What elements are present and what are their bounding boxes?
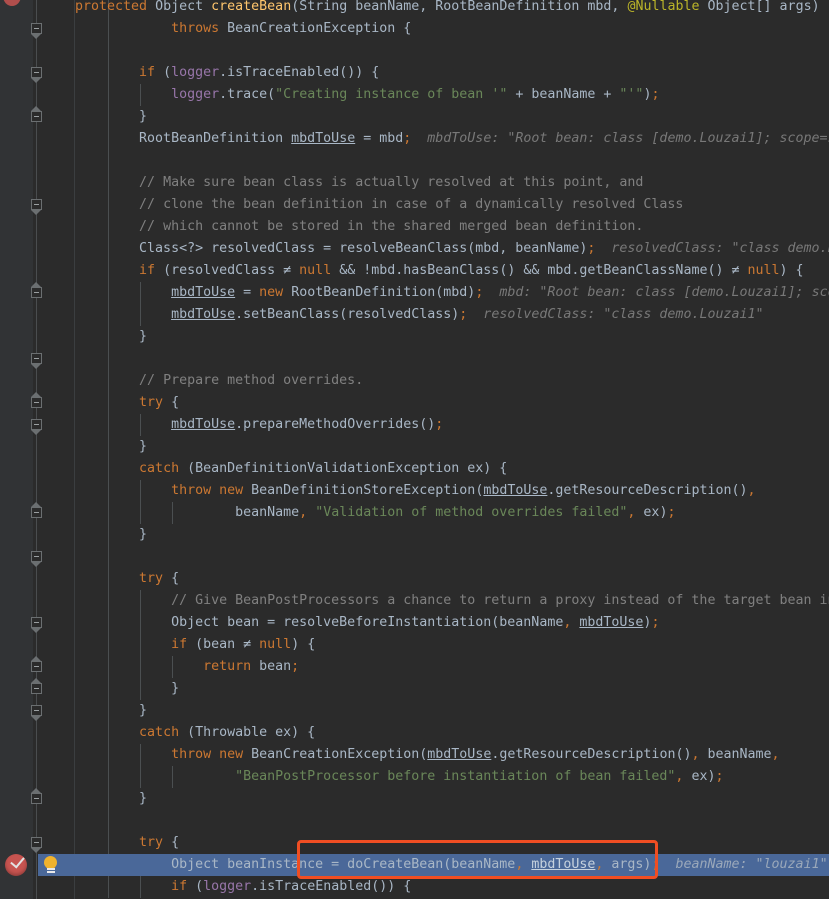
code-line-text: // clone the bean definition in case of … <box>139 197 684 212</box>
code-line[interactable]: "BeanPostProcessor before instantiation … <box>0 766 723 788</box>
code-line[interactable]: throws BeanCreationException { <box>0 18 411 40</box>
code-line[interactable]: try { <box>0 568 179 590</box>
code-line-text: beanName, "Validation of method override… <box>75 505 676 520</box>
code-line-text: Object beanInstance = doCreateBean(beanN… <box>75 857 828 872</box>
code-line[interactable]: if (logger.isTraceEnabled()) { <box>0 876 411 898</box>
code-line[interactable]: if (logger.isTraceEnabled()) { <box>0 62 379 84</box>
code-content[interactable]: protected Object createBean(String beanN… <box>0 0 829 899</box>
code-line[interactable]: mbdToUse.prepareMethodOverrides(); <box>0 414 443 436</box>
code-line[interactable]: } <box>0 524 147 546</box>
code-line[interactable]: throw new BeanCreationException(mbdToUse… <box>0 744 780 766</box>
code-line[interactable] <box>0 810 75 832</box>
code-line[interactable] <box>0 546 75 568</box>
code-line[interactable]: catch (Throwable ex) { <box>0 722 315 744</box>
code-line[interactable]: RootBeanDefinition mbdToUse = mbd; mbdTo… <box>0 128 829 150</box>
code-line-text: return bean; <box>203 659 300 674</box>
code-line[interactable]: // Prepare method overrides. <box>0 370 363 392</box>
code-line-text: try { <box>139 571 180 586</box>
code-line[interactable]: if (bean ≠ null) { <box>0 634 315 656</box>
code-line-text: } <box>75 791 148 806</box>
code-line-text: // which cannot be stored in the shared … <box>139 219 644 234</box>
code-line[interactable]: protected Object createBean(String beanN… <box>0 0 820 18</box>
code-line-text: } <box>75 439 148 454</box>
code-line[interactable]: return bean; <box>0 656 299 678</box>
code-line-text: } <box>75 681 180 696</box>
code-line[interactable] <box>0 150 75 172</box>
code-line-text: if (logger.isTraceEnabled()) { <box>139 65 380 80</box>
code-line[interactable]: try { <box>0 832 179 854</box>
code-line-text: protected Object createBean(String beanN… <box>75 0 820 14</box>
code-line-text: // Prepare method overrides. <box>139 373 364 388</box>
code-line-text: try { <box>139 395 180 410</box>
code-line-text: RootBeanDefinition mbdToUse = mbd; mbdTo… <box>75 131 829 146</box>
code-line-text: } <box>75 527 148 542</box>
code-line-text: mbdToUse.prepareMethodOverrides(); <box>171 417 444 432</box>
code-line-text: mbdToUse = new RootBeanDefinition(mbd); … <box>171 285 829 300</box>
code-line-text: logger.trace("Creating instance of bean … <box>171 87 660 102</box>
code-line-text: catch (BeanDefinitionValidationException… <box>139 461 508 476</box>
code-line[interactable]: try { <box>0 392 179 414</box>
code-line-text: if (resolvedClass ≠ null && !mbd.hasBean… <box>139 263 804 278</box>
code-line-text: throw new BeanCreationException(mbdToUse… <box>171 747 780 762</box>
code-line-text: } <box>75 109 148 124</box>
code-line[interactable]: logger.trace("Creating instance of bean … <box>0 84 659 106</box>
code-line[interactable]: } <box>0 106 147 128</box>
code-line[interactable]: mbdToUse = new RootBeanDefinition(mbd); … <box>0 282 829 304</box>
code-line[interactable]: // Make sure bean class is actually reso… <box>0 172 643 194</box>
code-editor[interactable]: protected Object createBean(String beanN… <box>0 0 829 899</box>
code-line-current[interactable]: Object beanInstance = doCreateBean(beanN… <box>0 854 829 876</box>
code-line-text: throw new BeanDefinitionStoreException(m… <box>171 483 756 498</box>
code-line-text: catch (Throwable ex) { <box>139 725 316 740</box>
code-line[interactable]: } <box>0 788 147 810</box>
code-line-text: } <box>75 703 148 718</box>
code-line-text: if (logger.isTraceEnabled()) { <box>171 879 412 894</box>
code-line[interactable]: Class<?> resolvedClass = resolveBeanClas… <box>0 238 829 260</box>
code-line-text: Object bean = resolveBeforeInstantiation… <box>75 615 660 630</box>
code-line[interactable]: // clone the bean definition in case of … <box>0 194 683 216</box>
code-line-text: try { <box>139 835 180 850</box>
code-line[interactable]: // which cannot be stored in the shared … <box>0 216 643 238</box>
code-line-text: Class<?> resolvedClass = resolveBeanClas… <box>75 241 829 256</box>
code-line[interactable]: } <box>0 326 147 348</box>
code-line[interactable]: mbdToUse.setBeanClass(resolvedClass); re… <box>0 304 764 326</box>
code-line[interactable]: } <box>0 436 147 458</box>
code-line[interactable] <box>0 348 75 370</box>
code-line-text: // Give BeanPostProcessors a chance to r… <box>171 593 829 608</box>
code-line-text: throws BeanCreationException { <box>171 21 412 36</box>
code-line[interactable]: } <box>0 678 179 700</box>
code-line[interactable]: if (resolvedClass ≠ null && !mbd.hasBean… <box>0 260 804 282</box>
code-line[interactable]: catch (BeanDefinitionValidationException… <box>0 458 507 480</box>
code-line-text: "BeanPostProcessor before instantiation … <box>235 769 724 784</box>
code-line-text: mbdToUse.setBeanClass(resolvedClass); re… <box>171 307 764 322</box>
code-line[interactable]: beanName, "Validation of method override… <box>0 502 675 524</box>
code-line[interactable]: // Give BeanPostProcessors a chance to r… <box>0 590 829 612</box>
code-line[interactable]: } <box>0 700 147 722</box>
code-line[interactable]: throw new BeanDefinitionStoreException(m… <box>0 480 756 502</box>
code-line-text: } <box>75 329 148 344</box>
code-line[interactable] <box>0 40 75 62</box>
code-line[interactable]: Object bean = resolveBeforeInstantiation… <box>0 612 659 634</box>
code-line-text: if (bean ≠ null) { <box>171 637 316 652</box>
code-line-text: // Make sure bean class is actually reso… <box>139 175 644 190</box>
